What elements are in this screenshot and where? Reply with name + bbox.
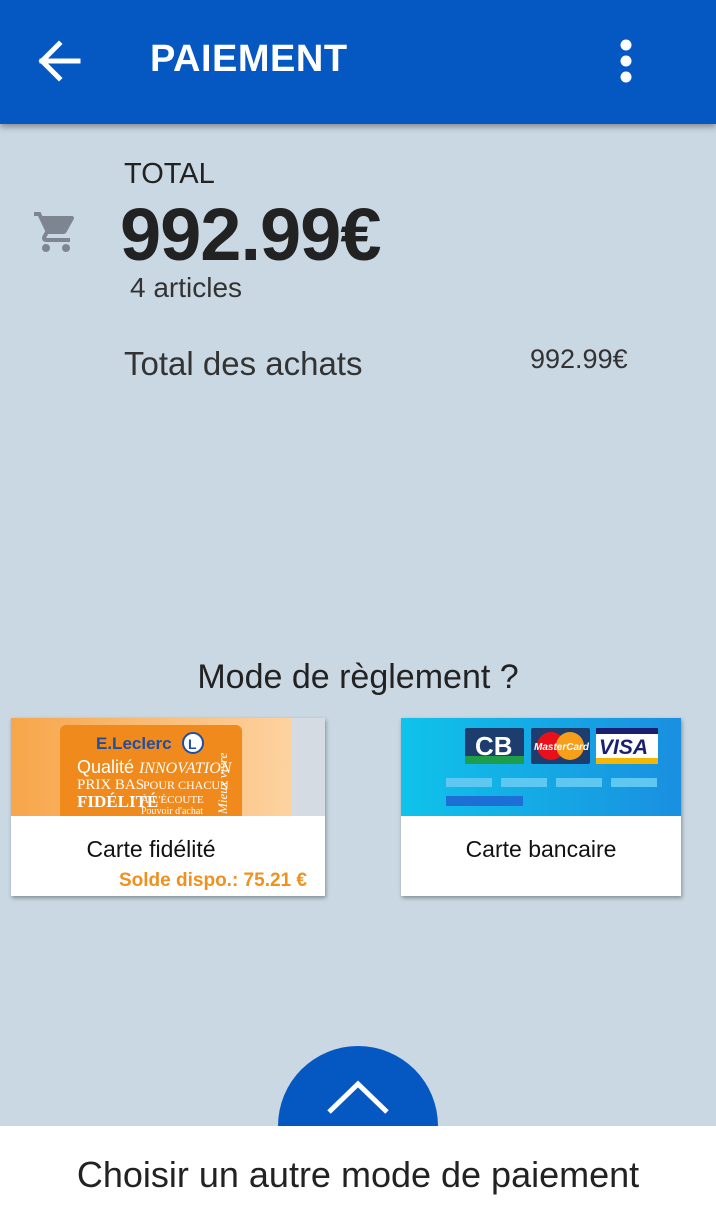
total-label: TOTAL [124,158,215,190]
loyalty-card-image: E.Leclerc L Qualité INNOVATION PRIX BAS … [11,718,291,816]
svg-text:À L'ÉCOUTE: À L'ÉCOUTE [141,794,204,806]
payment-mode-title: Mode de règlement ? [197,658,519,696]
brand-logo-text: E.Leclerc [96,734,172,753]
svg-text:L: L [188,736,197,752]
other-payment-mode-label: Choisir un autre mode de paiement [76,1154,640,1195]
back-arrow-icon[interactable] [30,34,88,88]
loyalty-balance: Solde dispo.: 75.21 € [119,870,307,891]
svg-text:PRIX BAS: PRIX BAS [77,777,144,793]
card-divider-strip [291,718,325,816]
total-amount: 992.99€ [120,193,381,276]
purchases-total-label: Total des achats [124,345,363,382]
purchases-total-value: 992.99€ [530,344,628,374]
shopping-cart-icon [32,208,80,256]
page-title: PAIEMENT [150,38,348,80]
cb-logo: CB [475,731,513,761]
more-options-icon[interactable] [604,36,648,88]
app-bar: PAIEMENT [0,0,716,124]
bank-card-option[interactable]: CB MasterCard VISA Carte bancaire [401,718,681,896]
svg-text:Mieux vivre: Mieux vivre [215,753,230,815]
svg-text:Qualité: Qualité [77,757,134,777]
bottom-sheet-bar[interactable]: Choisir un autre mode de paiement [0,1126,716,1226]
mastercard-logo: MasterCard [534,742,590,753]
bank-card-label: Carte bancaire [465,836,617,862]
loyalty-card-label: Carte fidélité [86,836,216,862]
articles-count: 4 articles [130,272,243,303]
svg-text:Pouvoir d'achat: Pouvoir d'achat [141,806,203,816]
loyalty-card-option[interactable]: E.Leclerc L Qualité INNOVATION PRIX BAS … [11,718,325,896]
visa-logo: VISA [599,736,648,759]
chevron-up-icon [327,1080,389,1114]
bank-card-image: CB MasterCard VISA [401,718,681,816]
